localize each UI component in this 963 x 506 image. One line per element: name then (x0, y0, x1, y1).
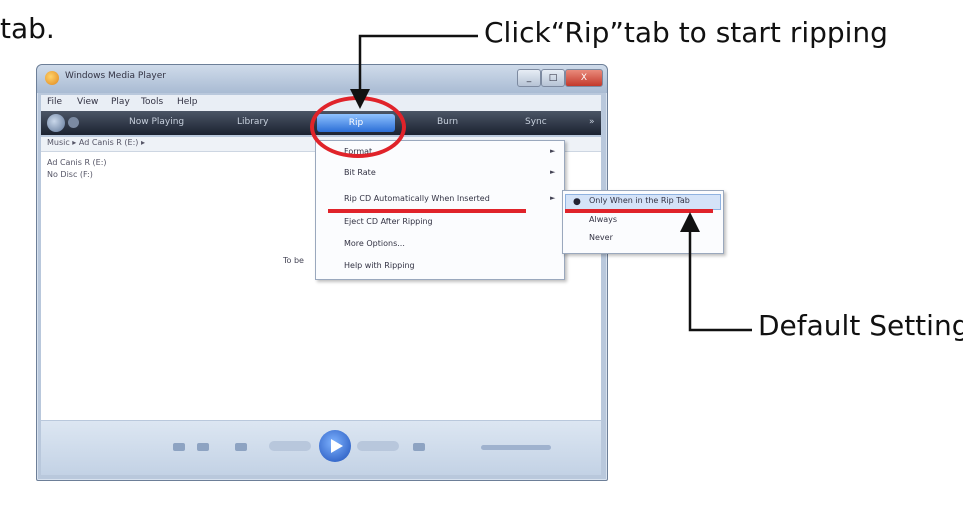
callout-lines (350, 34, 752, 332)
default-callout-arrow (680, 212, 752, 332)
rip-callout-arrow (350, 34, 478, 109)
